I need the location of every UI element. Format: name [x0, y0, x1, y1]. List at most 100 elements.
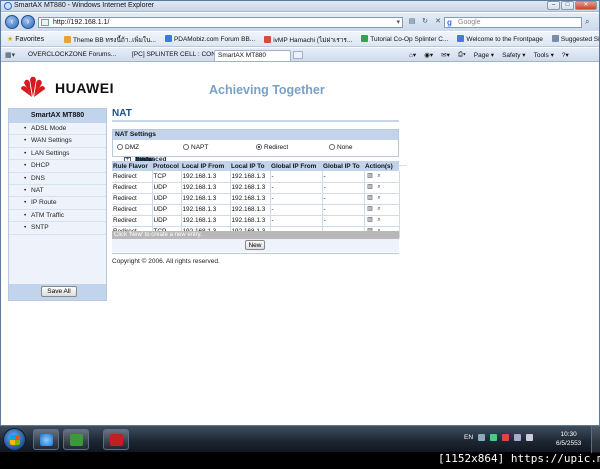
new-button[interactable]: New	[245, 240, 265, 250]
print-icon[interactable]: ⎙▾	[458, 51, 466, 59]
tab-splinter-cell[interactable]: [PC] SPLINTER CELL : CON...	[129, 50, 221, 61]
radio-button[interactable]	[183, 144, 189, 150]
sidebar-item-label: NAT	[31, 186, 44, 194]
maximize-button[interactable]: □	[561, 1, 574, 10]
minimize-button[interactable]: –	[547, 1, 560, 10]
title-bar: SmartAX MT880 - Windows Internet Explore…	[1, 1, 599, 12]
sidebar-item-lan-settings[interactable]: LAN Settings	[9, 148, 106, 161]
tray-icon-2[interactable]	[490, 434, 498, 441]
taskbar-app[interactable]	[103, 429, 129, 450]
start-button[interactable]	[3, 428, 26, 451]
edit-icon[interactable]: ⌕	[376, 195, 383, 202]
compat-view-icon[interactable]: ▤	[407, 17, 417, 27]
table-cell: -	[322, 182, 365, 194]
show-desktop-button[interactable]	[591, 426, 600, 453]
delete-icon[interactable]: ▥	[367, 184, 374, 191]
favorite-site-icon	[264, 36, 272, 43]
stop-icon[interactable]: ✕	[433, 17, 443, 27]
table-cell: Redirect	[112, 204, 153, 216]
sidebar-item-dns[interactable]: DNS	[9, 173, 106, 185]
tab-smartax[interactable]: SmartAX MT880	[214, 50, 291, 61]
search-placeholder: Google	[458, 19, 481, 26]
radio-button[interactable]	[329, 144, 335, 150]
safety-menu[interactable]: Safety ▾	[502, 51, 526, 59]
new-tab-button[interactable]	[293, 51, 303, 59]
favorite-link[interactable]: Suggested Sites	[551, 35, 600, 45]
radio-redirect[interactable]: Redirect	[256, 144, 288, 151]
search-icon[interactable]: ⌕	[585, 17, 589, 27]
table-row: Redirect UDP 192.168.1.3 192.168.1.3- - ▥ ⌕	[112, 193, 400, 205]
column-header: Action(s)	[364, 161, 399, 171]
sidebar-item-wan-settings[interactable]: WAN Settings	[9, 135, 106, 148]
radio-button[interactable]	[117, 144, 123, 150]
tray-icon-1[interactable]	[478, 434, 486, 441]
edit-icon[interactable]: ⌕	[376, 206, 383, 213]
sidebar-item-dhcp[interactable]: DHCP	[9, 160, 106, 173]
favorite-link[interactable]: Tutorial Co-Op Splinter C...	[361, 35, 448, 45]
table-cell: 192.168.1.3	[230, 193, 271, 205]
delete-icon[interactable]: ▥	[367, 217, 374, 224]
ie-icon	[4, 2, 12, 10]
back-button[interactable]: ‹	[5, 15, 19, 29]
ie-taskbar-icon	[40, 434, 53, 446]
page-menu[interactable]: Page ▾	[474, 51, 494, 59]
nat-table: Rule Flavor Protocol Local IP From Local IP…	[112, 161, 400, 238]
favorites-bar: ★ Favorites Theme BB ทรงนี้ถ้า..เพิ่มใน..…	[1, 32, 600, 47]
volume-icon[interactable]	[526, 434, 534, 441]
forward-button[interactable]: ›	[21, 15, 35, 29]
taskbar-messenger[interactable]	[63, 429, 89, 450]
sidebar-item-label: DHCP	[31, 162, 50, 170]
home-icon[interactable]: ⌂▾	[409, 51, 416, 59]
clock[interactable]: 10:30 6/5/2553	[556, 430, 581, 448]
close-button[interactable]: ✕	[575, 1, 597, 10]
radio-dmz[interactable]: DMZ	[117, 144, 139, 151]
table-cell: Redirect	[112, 215, 153, 227]
tab-overclockzone[interactable]: OVERCLOCKZONE Forums...	[25, 50, 128, 61]
sidebar-item-label: ATM Traffic	[31, 211, 65, 219]
star-icon: ★	[7, 36, 14, 43]
delete-icon[interactable]: ▥	[367, 195, 374, 202]
delete-icon[interactable]: ▥	[367, 206, 374, 213]
sidebar-item-ip-route[interactable]: IP Route	[9, 197, 106, 210]
favorite-site-icon	[457, 35, 465, 42]
actions-cell: ▥⌕	[364, 171, 400, 183]
save-all-button[interactable]: Save All	[41, 286, 77, 297]
radio-napt[interactable]: NAPT	[183, 144, 208, 151]
sidebar-item-nat[interactable]: NAT	[9, 185, 106, 198]
mail-icon[interactable]: ✉▾	[441, 51, 450, 59]
sidebar-item-atm-traffic[interactable]: ATM Traffic	[9, 210, 106, 223]
search-input[interactable]: g Google	[444, 17, 582, 28]
nat-settings-header: NAT Settings	[113, 130, 398, 140]
language-indicator[interactable]: EN	[464, 434, 473, 441]
radio-button[interactable]	[256, 144, 262, 150]
sidebar-item-sntp[interactable]: SNTP	[9, 222, 106, 235]
favorite-link[interactable]: ivMP Hamachi (ไม่ผ่าเราร...	[264, 35, 352, 45]
edit-icon[interactable]: ⌕	[376, 217, 383, 224]
refresh-icon[interactable]: ↻	[420, 17, 430, 27]
feeds-icon[interactable]: ◉▾	[424, 51, 433, 59]
network-icon[interactable]	[514, 434, 522, 441]
tray-icon-3[interactable]	[502, 434, 510, 441]
sidebar: SmartAX MT880 +Status+BasicADSL ModeWAN …	[8, 108, 407, 301]
radio-none[interactable]: None	[329, 144, 353, 151]
page-content: HUAWEI Achieving Together SmartAX MT880 …	[1, 63, 599, 425]
favorite-site-icon	[361, 35, 369, 42]
delete-icon[interactable]: ▥	[367, 173, 374, 180]
favorite-link[interactable]: PDAMobiz.com Forum BB...	[164, 35, 255, 45]
nat-settings-panel: NAT Settings DMZ NAPT Redirect None	[112, 129, 399, 157]
favorites-button[interactable]: ★ Favorites	[7, 35, 44, 43]
edit-icon[interactable]: ⌕	[376, 173, 383, 180]
tools-menu[interactable]: Tools ▾	[534, 51, 554, 59]
table-row: Redirect UDP 192.168.1.3 192.168.1.3- - ▥ ⌕	[112, 182, 400, 194]
quick-tabs-icon[interactable]: ▦▾	[5, 51, 15, 59]
help-icon[interactable]: ?▾	[562, 51, 569, 59]
edit-icon[interactable]: ⌕	[376, 184, 383, 191]
address-dropdown-icon[interactable]: ▾	[396, 18, 400, 26]
sidebar-item-adsl-mode[interactable]: ADSL Mode	[9, 123, 106, 136]
favorite-link[interactable]: Theme BB ทรงนี้ถ้า..เพิ่มใน...	[64, 35, 156, 45]
table-cell: 192.168.1.3	[230, 204, 271, 216]
taskbar-ie[interactable]	[33, 429, 59, 450]
address-bar[interactable]: http://192.168.1.1/ ▾	[38, 17, 403, 28]
favorite-link[interactable]: Welcome to the Frontpage	[457, 35, 543, 45]
table-cell: -	[270, 215, 323, 227]
